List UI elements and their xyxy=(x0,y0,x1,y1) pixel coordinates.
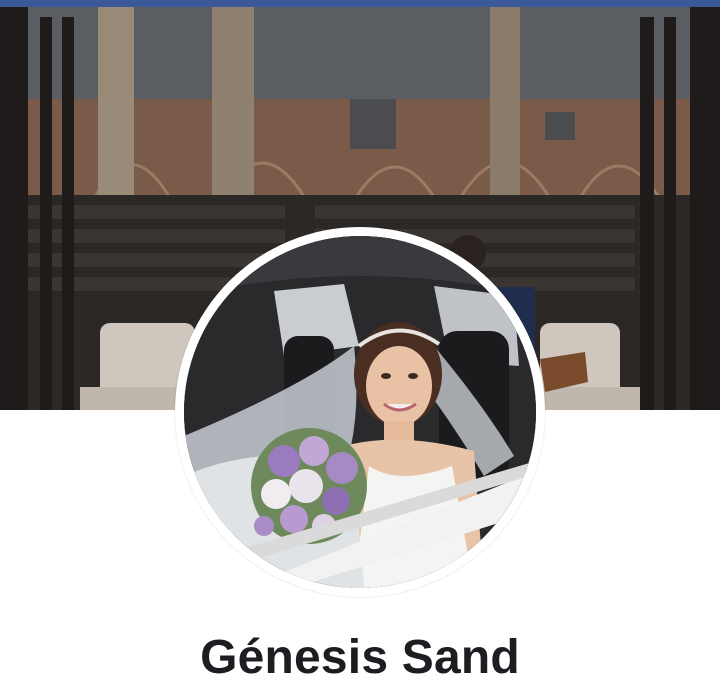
profile-page: Génesis Sand xyxy=(0,0,720,700)
profile-photo-frame[interactable] xyxy=(175,227,545,597)
profile-photo[interactable] xyxy=(184,236,536,588)
profile-photo-image xyxy=(184,236,536,588)
profile-name[interactable]: Génesis Sand xyxy=(0,628,720,688)
app-top-bar xyxy=(0,0,720,7)
